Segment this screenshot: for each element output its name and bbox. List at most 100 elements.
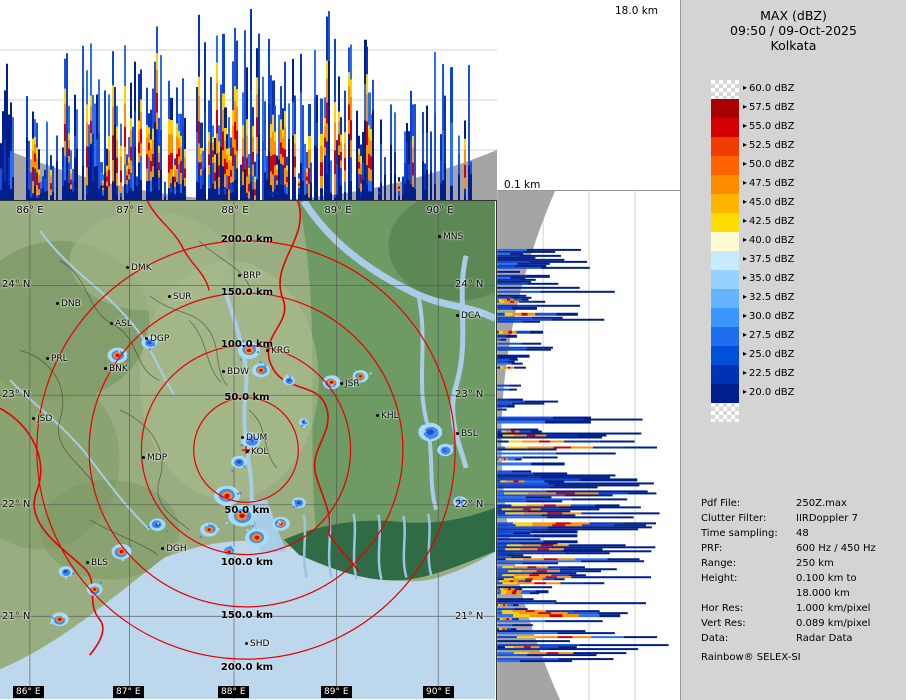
station-marker: KRG <box>266 346 290 356</box>
legend-color-swatch <box>711 213 739 232</box>
product-datetime: 09:50 / 09-Oct-2025 <box>730 23 857 38</box>
latitude-label-right: 21° N <box>455 611 484 622</box>
legend-scale-row: 22.5 dBZ <box>681 365 906 384</box>
station-marker: BLS <box>86 558 108 568</box>
legend-scale-row: 55.0 dBZ <box>681 118 906 137</box>
legend-scale-label: 42.5 dBZ <box>743 216 795 227</box>
legend-scale-label: 40.0 dBZ <box>743 235 795 246</box>
info-label: Height: <box>701 573 738 584</box>
legend-scale-row <box>681 403 906 422</box>
station-code: MDP <box>147 453 168 463</box>
station-code: BNK <box>109 364 128 374</box>
info-value: 250Z.max <box>796 498 847 509</box>
info-label: Pdf File: <box>701 498 741 509</box>
legend-scale-row: 25.0 dBZ <box>681 346 906 365</box>
legend-scale-label: 27.5 dBZ <box>743 330 795 341</box>
station-dot <box>56 302 59 305</box>
legend-scale-label: 20.0 dBZ <box>743 387 795 398</box>
station-marker: DCA <box>456 311 480 321</box>
latitude-label-left: 24° N <box>2 279 31 290</box>
range-ring-label: 150.0 km <box>220 286 274 298</box>
info-label: Hor Res: <box>701 603 744 614</box>
latitude-label-left: 23° N <box>2 389 31 400</box>
station-code: SHD <box>250 639 270 649</box>
legend-scale-label: 55.0 dBZ <box>743 121 795 132</box>
station-dot <box>126 266 129 269</box>
legend-color-swatch <box>711 118 739 137</box>
legend-scale-label: 22.5 dBZ <box>743 368 795 379</box>
station-dot <box>142 456 145 459</box>
legend-scale-row: 52.5 dBZ <box>681 137 906 156</box>
legend-scale-row: 57.5 dBZ <box>681 99 906 118</box>
longitude-label-bottom: 88° E <box>218 686 249 698</box>
info-value: 18.000 km <box>796 588 850 599</box>
info-row: Height: 0.100 km to <box>701 573 901 588</box>
xz-cross-section-plot <box>0 8 497 202</box>
legend-scale-label: 25.0 dBZ <box>743 349 795 360</box>
info-row: Time sampling: 48 <box>701 528 901 543</box>
longitude-label-top: 89° E <box>324 205 352 216</box>
station-marker: MNS <box>438 232 463 242</box>
info-label: Range: <box>701 558 737 569</box>
legend-color-swatch <box>711 137 739 156</box>
station-dot <box>145 337 148 340</box>
legend-scale-label: 37.5 dBZ <box>743 254 795 265</box>
height-axis-max-label: 18.0 km <box>615 5 659 17</box>
station-marker: SHD <box>245 639 269 649</box>
station-code: DMK <box>131 263 152 273</box>
station-marker: BRP <box>238 271 261 281</box>
legend-scale-row: 20.0 dBZ <box>681 384 906 403</box>
legend-scale-row: 37.5 dBZ <box>681 251 906 270</box>
station-marker: JSD <box>32 414 52 424</box>
xz-cross-section-panel <box>0 0 497 202</box>
longitude-label-top: 86° E <box>16 205 44 216</box>
longitude-label-top: 90° E <box>426 205 454 216</box>
info-row: PRF: 600 Hz / 450 Hz <box>701 543 901 558</box>
station-code: KHL <box>381 411 399 421</box>
legend-scale-label: 57.5 dBZ <box>743 102 795 113</box>
station-code: KOL <box>251 447 269 457</box>
info-row: Hor Res: 1.000 km/pixel <box>701 603 901 618</box>
info-value: 0.100 km to <box>796 573 857 584</box>
station-dot <box>32 417 35 420</box>
station-dot <box>86 561 89 564</box>
station-dot <box>438 235 441 238</box>
legend-scale-row: 40.0 dBZ <box>681 232 906 251</box>
legend-scale-label: 47.5 dBZ <box>743 178 795 189</box>
station-dot <box>245 642 248 645</box>
info-value: 48 <box>796 528 809 539</box>
station-dot <box>110 322 113 325</box>
station-code: JSR <box>345 379 360 389</box>
station-marker: DUM <box>241 433 267 443</box>
legend-scale-row: 27.5 dBZ <box>681 327 906 346</box>
station-dot <box>161 547 164 550</box>
yz-cross-section-panel <box>497 190 680 700</box>
info-row: Clutter Filter: IIRDoppler 7 <box>701 513 901 528</box>
info-value: 0.089 km/pixel <box>796 618 871 629</box>
legend-scale-row: 47.5 dBZ <box>681 175 906 194</box>
software-brand: Rainbow® SELEX-SI <box>701 652 801 663</box>
station-marker: DGP <box>145 334 169 344</box>
info-label: Clutter Filter: <box>701 513 767 524</box>
station-code: DGH <box>166 544 187 554</box>
station-code: BLS <box>91 558 108 568</box>
station-code: BRP <box>243 271 261 281</box>
range-ring-label: 200.0 km <box>220 234 274 245</box>
station-marker: BNK <box>104 364 128 374</box>
legend-color-swatch <box>711 80 739 99</box>
station-marker: KOL <box>246 447 269 457</box>
legend-color-swatch <box>711 270 739 289</box>
latitude-label-right: 23° N <box>455 389 484 400</box>
station-code: KRG <box>271 346 291 356</box>
longitude-label-bottom: 86° E <box>13 686 44 698</box>
legend-scale-row: 30.0 dBZ <box>681 308 906 327</box>
latitude-label-right: 22° N <box>455 499 484 510</box>
longitude-label-top: 87° E <box>116 205 144 216</box>
legend-color-swatch <box>711 289 739 308</box>
station-marker: JSR <box>340 379 360 389</box>
info-row: 18.000 km <box>701 588 901 603</box>
info-row: Pdf File: 250Z.max <box>701 498 901 513</box>
station-dot <box>340 382 343 385</box>
station-dot <box>46 357 49 360</box>
legend-scale-label: 32.5 dBZ <box>743 292 795 303</box>
